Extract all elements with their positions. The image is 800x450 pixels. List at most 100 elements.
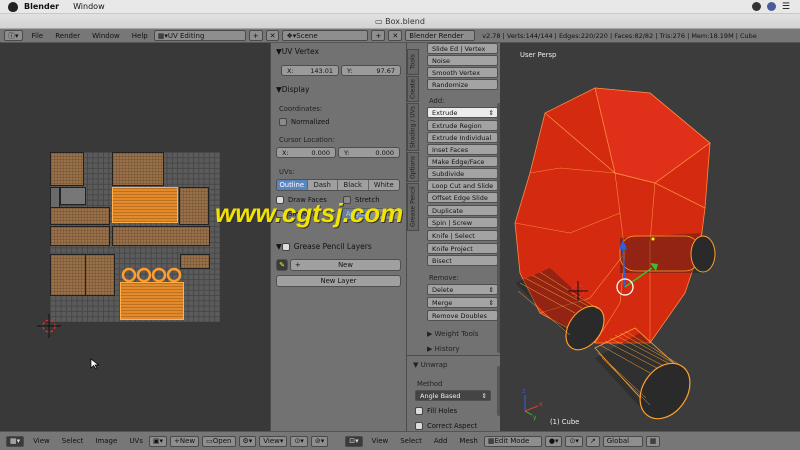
scene-add-icon[interactable]: + — [371, 30, 386, 41]
loop-cut-slide-button[interactable]: Loop Cut and Slide — [427, 180, 498, 191]
unwrap-panel-header[interactable]: ▼ Unwrap — [413, 361, 448, 369]
slide-edge-vertex-button[interactable]: Slide Ed | Vertex — [427, 43, 498, 54]
search-icon[interactable] — [751, 2, 761, 11]
make-edge-face-button[interactable]: Make Edge/Face — [427, 156, 498, 167]
extrude-individual-button[interactable]: Extrude Individual — [427, 132, 498, 143]
orientation-dropdown[interactable]: Global — [602, 435, 643, 447]
editor-type-icon[interactable]: ⓘ▾ — [4, 30, 23, 41]
2d-cursor-icon[interactable] — [36, 313, 62, 339]
window-menu[interactable]: Window — [73, 2, 105, 11]
layout-add-icon[interactable]: + — [248, 30, 263, 41]
viewport-shading-icon[interactable]: ●▾ — [544, 435, 563, 447]
uv-island[interactable] — [112, 226, 210, 246]
unwrap-method-dropdown[interactable]: Angle Based ⇕ — [415, 390, 491, 401]
menu-help[interactable]: Help — [132, 32, 148, 40]
remove-doubles-button[interactable]: Remove Doubles — [427, 310, 498, 321]
fill-holes-checkbox[interactable]: Fill Holes — [415, 407, 457, 415]
tab-shading-uvs[interactable]: Shading / UVs — [407, 103, 419, 151]
menu-render[interactable]: Render — [55, 32, 80, 40]
mesh-drawing[interactable]: z x y — [500, 43, 800, 431]
extrude-region-button[interactable]: Extrude Region — [427, 120, 498, 131]
menu-list-icon[interactable]: ☰ — [782, 2, 790, 12]
cursor-x-field[interactable]: X: 0.000 — [276, 147, 336, 158]
uv-island[interactable] — [179, 187, 209, 225]
view3d-menu-select[interactable]: Select — [400, 437, 422, 445]
scene-selector[interactable]: ❖▾ Scene — [282, 30, 369, 41]
uv-island[interactable] — [50, 152, 84, 186]
normalized-checkbox[interactable]: Normalized — [279, 118, 330, 126]
uv-vertex-y-field[interactable]: Y: 97.67 — [341, 65, 401, 76]
uv-island-selected[interactable] — [120, 282, 184, 320]
delete-dropdown[interactable]: Delete ⇕ — [427, 284, 498, 295]
new-grease-pencil-button[interactable]: + New — [290, 259, 401, 271]
new-layer-button[interactable]: New Layer — [276, 275, 401, 287]
uv-menu-view[interactable]: View — [33, 437, 50, 445]
tab-tools[interactable]: Tools — [407, 49, 419, 75]
cursor-y-field[interactable]: Y: 0.000 — [338, 147, 400, 158]
pivot-icon[interactable]: ⚙▾ — [238, 435, 257, 447]
siri-icon[interactable] — [766, 2, 776, 11]
extrude-dropdown[interactable]: Extrude ⇕ — [427, 107, 498, 118]
scene-close-icon[interactable]: ✕ — [388, 30, 403, 41]
merge-dropdown[interactable]: Merge ⇕ — [427, 297, 498, 308]
knife-select-button[interactable]: Knife | Select — [427, 230, 498, 241]
duplicate-button[interactable]: Duplicate — [427, 205, 498, 216]
tab-create[interactable]: Create — [407, 76, 419, 102]
uv-island[interactable] — [60, 187, 86, 205]
uv-editor[interactable] — [0, 43, 270, 431]
uv-menu-uvs[interactable]: UVs — [129, 437, 143, 445]
view3d-menu-view[interactable]: View — [372, 437, 389, 445]
uv-island-selected[interactable] — [112, 187, 178, 223]
view3d-menu-mesh[interactable]: Mesh — [459, 437, 477, 445]
outline-option[interactable]: Outline — [277, 180, 308, 190]
editor-type-uv-icon[interactable]: ▦▾ — [6, 435, 25, 447]
render-engine-selector[interactable]: Blender Render — [405, 30, 476, 41]
grease-pencil-panel-header[interactable]: ▼ Grease Pencil Layers — [271, 240, 407, 253]
uv-island[interactable] — [50, 207, 110, 225]
uv-sync-icon[interactable]: ⊙▾ — [290, 435, 308, 447]
new-image-button[interactable]: + New — [170, 435, 200, 447]
manipulator-icon[interactable]: ↗ — [585, 435, 600, 447]
uv-grid[interactable] — [50, 152, 220, 322]
image-browse-icon[interactable]: ▣▾ — [148, 435, 168, 447]
offset-edge-slide-button[interactable]: Offset Edge Slide — [427, 192, 498, 203]
dash-option[interactable]: Dash — [307, 180, 338, 190]
uv-island[interactable] — [112, 152, 164, 186]
layers-icon[interactable]: ▦ — [645, 435, 661, 447]
app-menu[interactable]: Blender — [24, 2, 59, 11]
randomize-button[interactable]: Randomize — [427, 79, 498, 90]
spin-screw-button[interactable]: Spin | Screw — [427, 217, 498, 228]
apple-icon[interactable] — [8, 1, 18, 12]
uv-island[interactable] — [85, 254, 115, 296]
layout-selector[interactable]: ▦▾ UV Editing — [153, 30, 246, 41]
pivot-point-icon[interactable]: ⊙▾ — [565, 435, 583, 447]
uv-edge-draw-type[interactable]: Outline Dash Black White — [276, 179, 400, 191]
uv-vertex-panel-header[interactable]: ▼ UV Vertex — [271, 45, 407, 58]
smooth-vertex-button[interactable]: Smooth Vertex — [427, 67, 498, 78]
grease-pencil-toggle[interactable] — [281, 242, 294, 251]
mode-dropdown[interactable]: ▦ Edit Mode — [483, 435, 542, 447]
editor-type-3d-icon[interactable]: ⊡▾ — [345, 435, 363, 447]
white-option[interactable]: White — [368, 180, 399, 190]
uv-menu-image[interactable]: Image — [95, 437, 117, 445]
menu-window[interactable]: Window — [92, 32, 120, 40]
tab-options[interactable]: Options — [407, 152, 419, 182]
uv-vertex-x-field[interactable]: X: 143.01 — [281, 65, 339, 76]
3d-viewport[interactable]: User Persp z x y (1) Cube — [500, 43, 800, 431]
open-image-button[interactable]: ▭ Open — [202, 435, 236, 447]
inset-faces-button[interactable]: Inset Faces — [427, 144, 498, 155]
correct-aspect-checkbox[interactable]: Correct Aspect — [415, 422, 477, 430]
knife-project-button[interactable]: Knife Project — [427, 243, 498, 254]
history-panel-header[interactable]: ▶ History — [427, 345, 460, 353]
weight-tools-panel-header[interactable]: ▶ Weight Tools — [427, 330, 478, 338]
layout-close-icon[interactable]: ✕ — [265, 30, 280, 41]
tab-grease-pencil[interactable]: Grease Pencil — [407, 183, 419, 231]
view-mode-dropdown[interactable]: View ▾ — [259, 435, 288, 447]
bisect-button[interactable]: Bisect — [427, 255, 498, 266]
subdivide-button[interactable]: Subdivide — [427, 168, 498, 179]
black-option[interactable]: Black — [338, 180, 369, 190]
pencil-icon[interactable]: ✎ — [276, 259, 288, 271]
uv-circles[interactable] — [120, 267, 184, 283]
display-panel-header[interactable]: ▼ Display — [271, 83, 407, 96]
menu-file[interactable]: File — [32, 32, 44, 40]
